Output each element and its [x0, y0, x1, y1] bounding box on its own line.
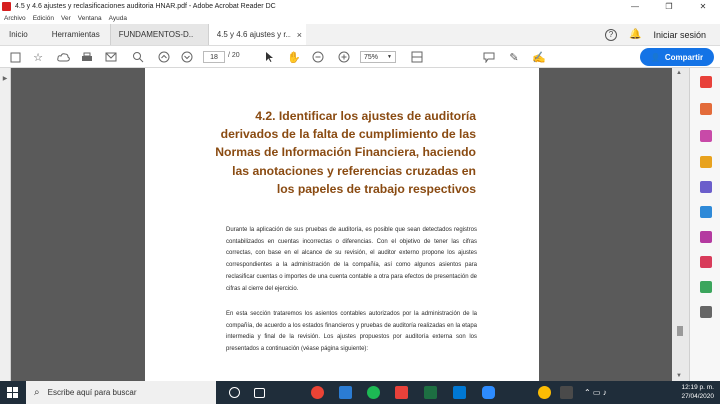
email-icon[interactable]: [104, 50, 118, 64]
create-pdf-tool-icon[interactable]: [700, 103, 712, 115]
toolbar: ☆ 18 / 20 ✋ 75% ▼ ✎ ✍ 👤 Compartir: [0, 46, 720, 68]
close-button[interactable]: ✕: [686, 0, 720, 13]
zoom-level-select[interactable]: 75% ▼: [360, 51, 396, 63]
left-panel-toggle[interactable]: ▶: [0, 68, 11, 381]
menu-ver[interactable]: Ver: [61, 15, 71, 22]
chrome-2-icon[interactable]: [538, 386, 551, 399]
comment-tool-icon[interactable]: [700, 156, 712, 168]
menu-archivo[interactable]: Archivo: [4, 15, 26, 22]
sign-icon[interactable]: ✍: [532, 50, 546, 64]
share-button[interactable]: 👤 Compartir: [640, 48, 714, 66]
create-pdf-icon[interactable]: [8, 50, 22, 64]
page-total: / 20: [228, 52, 240, 59]
share-user-icon: 👤: [650, 52, 661, 62]
tab-document-active[interactable]: 4.5 y 4.6 ajustes y r... ×: [207, 24, 306, 45]
menu-ayuda[interactable]: Ayuda: [109, 15, 127, 22]
protect-icon[interactable]: [700, 256, 712, 268]
sign-in-link[interactable]: Iniciar sesión: [653, 30, 706, 40]
clock-time: 12:19 p. m.: [681, 384, 714, 391]
hand-tool-icon[interactable]: ✋: [287, 50, 301, 64]
bookmark-star-icon[interactable]: ☆: [31, 50, 45, 64]
expand-arrow-icon[interactable]: ▶: [3, 75, 8, 381]
search-icon: ⌕: [34, 387, 40, 398]
select-cursor-icon[interactable]: [262, 50, 276, 64]
share-label: Compartir: [664, 52, 704, 62]
print-icon[interactable]: [80, 50, 94, 64]
system-tray-icons[interactable]: ⌃ ▭ ♪: [584, 388, 607, 397]
page-number-input[interactable]: 18: [203, 51, 225, 63]
minimize-button[interactable]: —: [618, 0, 652, 13]
cortana-icon[interactable]: [229, 387, 240, 398]
scroll-thumb[interactable]: [677, 326, 683, 336]
more-tools-icon[interactable]: [700, 306, 712, 318]
task-view-icon[interactable]: [254, 388, 265, 398]
search-placeholder: Escribe aquí para buscar: [47, 388, 137, 397]
scroll-down-icon[interactable]: ▼: [676, 373, 682, 379]
pdf-page: 4.2. Identificar los ajustes de auditorí…: [145, 68, 539, 381]
tab-herramientas[interactable]: Herramientas: [42, 24, 110, 45]
outlook-icon[interactable]: [453, 386, 466, 399]
highlight-pen-icon[interactable]: ✎: [507, 50, 521, 64]
next-page-icon[interactable]: [180, 50, 194, 64]
windows-start-icon[interactable]: [7, 387, 18, 398]
taskbar-search-input[interactable]: ⌕ Escribe aquí para buscar: [26, 381, 216, 404]
acrobat-taskbar-icon[interactable]: [395, 386, 408, 399]
fill-sign-icon[interactable]: [700, 281, 712, 293]
comment-icon[interactable]: [482, 50, 496, 64]
maximize-button[interactable]: ❐: [652, 0, 686, 13]
excel-icon[interactable]: [424, 386, 437, 399]
tab-bar: Inicio Herramientas FUNDAMENTOS-D... 4.5…: [0, 24, 720, 46]
tab-label: FUNDAMENTOS-D...: [118, 30, 193, 39]
tools-pane: [689, 68, 720, 381]
tab-close-icon[interactable]: ×: [297, 30, 302, 40]
spotify-icon[interactable]: [367, 386, 380, 399]
scroll-mode-icon[interactable]: [410, 50, 424, 64]
help-icon[interactable]: ?: [605, 28, 618, 41]
window-controls: — ❐ ✕: [618, 0, 720, 13]
edit-pdf-icon[interactable]: [700, 130, 712, 142]
tab-inicio[interactable]: Inicio: [0, 24, 42, 45]
vertical-scrollbar[interactable]: ▲ ▼: [672, 68, 689, 381]
zoom-app-icon[interactable]: [482, 386, 495, 399]
zoom-out-icon[interactable]: [311, 50, 325, 64]
people-icon[interactable]: [560, 386, 573, 399]
body-paragraph-1: Durante la aplicación de sus pruebas de …: [226, 227, 477, 292]
menu-bar: Archivo Edición Ver Ventana Ayuda: [0, 13, 720, 24]
menu-edicion[interactable]: Edición: [33, 15, 54, 22]
upload-cloud-icon[interactable]: [56, 50, 70, 64]
scroll-up-icon[interactable]: ▲: [676, 70, 682, 76]
chrome-icon[interactable]: [311, 386, 324, 399]
export-pdf-icon[interactable]: [700, 76, 712, 88]
chevron-down-icon: ▼: [387, 54, 392, 60]
title-bar: 4.5 y 4.6 ajustes y reclasificaciones au…: [0, 0, 720, 13]
notification-bell-icon[interactable]: 🔔: [629, 29, 641, 40]
tab-label: 4.5 y 4.6 ajustes y r...: [216, 30, 291, 39]
organize-pages-icon[interactable]: [700, 206, 712, 218]
acrobat-logo-icon: [2, 2, 11, 11]
word-icon[interactable]: [339, 386, 352, 399]
zoom-value: 75%: [364, 53, 379, 61]
tab-document-fundamentos[interactable]: FUNDAMENTOS-D...: [109, 24, 208, 45]
window-title: 4.5 y 4.6 ajustes y reclasificaciones au…: [15, 3, 276, 10]
menu-ventana[interactable]: Ventana: [78, 15, 102, 22]
search-zoom-icon[interactable]: [131, 50, 145, 64]
previous-page-icon[interactable]: [157, 50, 171, 64]
clock-date: 27/04/2020: [681, 393, 714, 400]
combine-files-icon[interactable]: [700, 181, 712, 193]
zoom-in-icon[interactable]: [337, 50, 351, 64]
body-paragraph-2: En esta sección trataremos los asientos …: [226, 311, 477, 353]
section-heading: 4.2. Identificar los ajustes de auditorí…: [215, 109, 476, 196]
clock[interactable]: 12:19 p. m. 27/04/2020: [681, 383, 714, 401]
taskbar: ⌕ Escribe aquí para buscar ⌃ ▭ ♪ 12:19 p…: [0, 381, 720, 404]
redact-icon[interactable]: [700, 231, 712, 243]
